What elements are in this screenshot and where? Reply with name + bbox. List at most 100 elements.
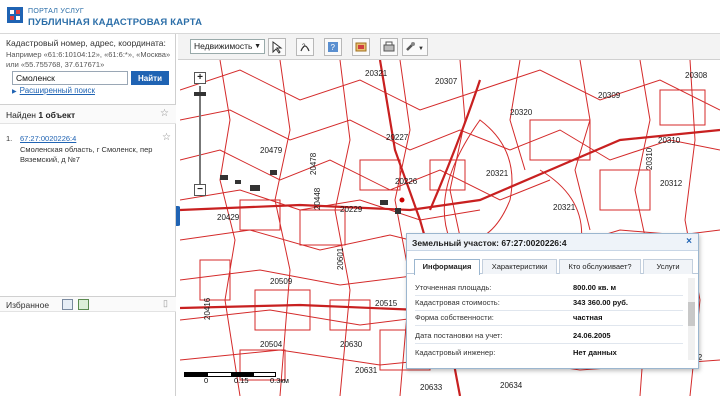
results-suffix: объект (45, 110, 76, 120)
star-icon[interactable]: ☆ (162, 132, 171, 143)
result-index: 1. (6, 134, 13, 143)
svg-text:20227: 20227 (386, 133, 409, 142)
svg-text:20416: 20416 (203, 297, 212, 320)
popup-scrollbar-thumb[interactable] (688, 302, 695, 326)
results-count: Найден 1 объект (6, 110, 75, 120)
add-favorite-icon[interactable] (62, 299, 73, 310)
advanced-search-link[interactable]: ▶ Расширенный поиск (12, 86, 95, 95)
scale-label-max: 0.3км (270, 376, 289, 385)
svg-text:20321: 20321 (486, 169, 509, 178)
parcel-info-popup: Земельный участок: 67:27:0020226:4 × Инф… (406, 233, 699, 369)
scale-bar-graphic (184, 372, 276, 377)
info-value: частная (573, 313, 603, 322)
svg-text:20321: 20321 (553, 203, 576, 212)
info-key: Кадастровая стоимость: (415, 298, 500, 307)
measure-icon: ? (300, 44, 310, 52)
layers-button[interactable] (352, 38, 370, 56)
result-number-link[interactable]: 67:27:0020226:4 (20, 134, 76, 143)
popup-scrollbar[interactable] (688, 278, 695, 360)
print-icon (383, 41, 395, 52)
trash-icon[interactable]: ▯ (163, 298, 168, 309)
info-key: Форма собственности: (415, 313, 494, 322)
row-divider (415, 343, 683, 344)
app-header: ПОРТАЛ УСЛУГ ПУБЛИЧНАЯ КАДАСТРОВАЯ КАРТА (0, 0, 720, 34)
advanced-search-label: Расширенный поиск (19, 86, 95, 95)
search-button[interactable]: Найти (131, 71, 169, 85)
zoom-control: + − (194, 72, 208, 196)
svg-text:20226: 20226 (395, 177, 418, 186)
zoom-out-button[interactable]: − (194, 184, 206, 196)
info-row: Дата постановки на учет: 24.06.2005 (415, 331, 683, 343)
svg-text:20630: 20630 (340, 340, 363, 349)
identify-button[interactable]: ? (324, 38, 342, 56)
svg-text:20631: 20631 (355, 366, 378, 375)
print-button[interactable] (380, 38, 398, 56)
svg-text:20429: 20429 (217, 213, 240, 222)
link-button[interactable]: ▼ (402, 38, 428, 56)
select-tool-button[interactable] (268, 38, 286, 56)
row-divider (415, 295, 683, 296)
info-value: 800.00 кв. м (573, 283, 617, 292)
info-row: Форма собственности: частная (415, 313, 683, 325)
triangle-right-icon: ▶ (12, 89, 17, 95)
row-divider (415, 325, 683, 326)
svg-text:20478: 20478 (309, 152, 318, 175)
info-row: Уточненная площадь: 800.00 кв. м (415, 283, 683, 295)
svg-text:20479: 20479 (260, 146, 283, 155)
svg-text:20310: 20310 (645, 147, 654, 170)
svg-text:20308: 20308 (685, 71, 708, 80)
tab-info[interactable]: Информация (414, 259, 480, 275)
search-input[interactable] (12, 71, 128, 85)
tab-who-serves[interactable]: Кто обслуживает? (559, 259, 641, 274)
scale-bar: 0 0.15 0.3км (184, 372, 294, 386)
star-icon[interactable]: ☆ (160, 108, 169, 119)
zoom-in-button[interactable]: + (194, 72, 206, 84)
map-toolbar: Недвижимость ▼ ? ? ▼ (178, 34, 720, 60)
results-header: Найден 1 объект ☆ (0, 104, 176, 124)
favorites-header: Избранное ▯ (0, 296, 176, 312)
popup-tabs: Информация Характеристики Кто обслуживае… (407, 257, 698, 275)
svg-text:20321: 20321 (365, 69, 388, 78)
svg-text:?: ? (302, 44, 306, 50)
tab-characteristics[interactable]: Характеристики (482, 259, 557, 274)
svg-text:20309: 20309 (598, 91, 621, 100)
selected-parcel-marker[interactable] (398, 196, 406, 204)
chevron-down-icon: ▼ (254, 43, 261, 50)
export-favorite-icon[interactable] (78, 299, 89, 310)
info-value: 24.06.2005 (573, 331, 611, 340)
svg-text:20310: 20310 (658, 136, 681, 145)
tab-services[interactable]: Услуги (643, 259, 693, 274)
info-row: Кадастровая стоимость: 343 360.00 руб. (415, 298, 683, 310)
svg-text:?: ? (331, 43, 336, 52)
result-address: Смоленская область, г Смоленск, пер Вязе… (20, 145, 153, 164)
svg-text:20509: 20509 (270, 277, 293, 286)
zoom-slider-thumb[interactable] (194, 92, 206, 96)
favorites-label: Избранное (6, 300, 50, 310)
layers-icon (355, 42, 367, 52)
measure-button[interactable]: ? (296, 38, 314, 56)
link-icon: ▼ (406, 42, 424, 52)
svg-text:20312: 20312 (660, 179, 683, 188)
popup-title: Земельный участок: 67:27:0020226:4 (412, 238, 567, 248)
info-row: Кадастровый инженер: Нет данных (415, 348, 683, 360)
svg-text:20320: 20320 (510, 108, 533, 117)
svg-text:20307: 20307 (435, 77, 458, 86)
search-hint: Например «61:6:10104:12», «61:6:*», «Мос… (6, 50, 171, 69)
app-title: ПУБЛИЧНАЯ КАДАСТРОВАЯ КАРТА (28, 17, 203, 28)
svg-text:20634: 20634 (500, 381, 523, 390)
popup-header: Земельный участок: 67:27:0020226:4 × (407, 234, 698, 251)
search-title: Кадастровый номер, адрес, координата: (6, 38, 166, 48)
info-key: Кадастровый инженер: (415, 348, 496, 357)
svg-text:20448: 20448 (313, 187, 322, 210)
close-icon[interactable]: × (686, 236, 692, 247)
left-panel: Кадастровый номер, адрес, координата: На… (0, 34, 176, 396)
layer-select-value: Недвижимость (194, 41, 253, 51)
portal-logo-icon[interactable] (6, 6, 24, 24)
svg-text:20633: 20633 (420, 383, 443, 392)
layer-select[interactable]: Недвижимость ▼ (190, 39, 265, 54)
svg-text:20601: 20601 (336, 247, 345, 270)
zoom-slider-track[interactable] (199, 86, 201, 184)
results-count-number: 1 (38, 110, 44, 120)
scale-label-mid: 0.15 (234, 376, 249, 385)
question-icon: ? (328, 42, 338, 52)
